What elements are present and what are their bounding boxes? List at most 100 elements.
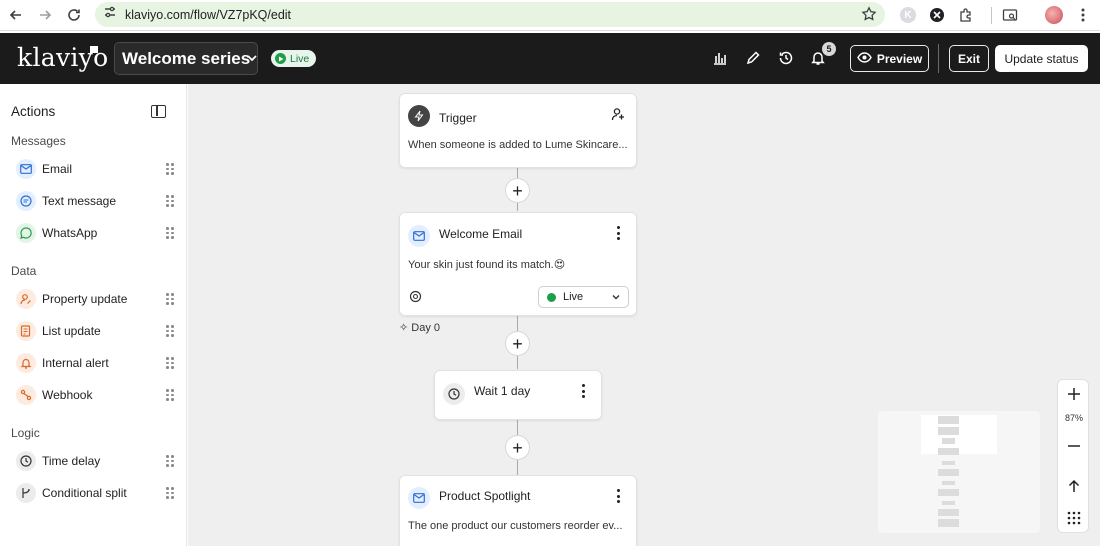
reload-icon[interactable]	[63, 4, 85, 26]
notification-count: 5	[822, 42, 836, 56]
clock-icon	[443, 383, 465, 405]
sidebar-item-webhook[interactable]: Webhook	[16, 384, 174, 406]
analytics-icon[interactable]	[710, 48, 730, 68]
add-step-button[interactable]: +	[505, 435, 530, 460]
clock-icon	[16, 451, 36, 471]
drag-handle-icon[interactable]	[166, 487, 174, 499]
tab-search-icon[interactable]	[1000, 5, 1020, 25]
drag-handle-icon[interactable]	[166, 227, 174, 239]
sidebar-item-label: Text message	[42, 194, 117, 208]
section-messages: Messages	[11, 134, 66, 148]
drag-handle-icon[interactable]	[166, 389, 174, 401]
mail-icon	[408, 487, 430, 509]
flow-canvas[interactable]: Trigger When someone is added to Lume Sk…	[188, 84, 1100, 546]
header-divider	[938, 44, 939, 73]
add-step-button[interactable]: +	[505, 178, 530, 203]
minimap-viewport[interactable]	[921, 415, 997, 454]
webhook-icon	[16, 385, 36, 405]
exit-button[interactable]: Exit	[949, 45, 989, 72]
smart-sending-icon[interactable]	[409, 290, 422, 308]
profile-k-icon[interactable]: K	[898, 5, 918, 25]
section-data: Data	[11, 264, 37, 278]
more-options-icon[interactable]	[616, 226, 620, 240]
zoom-level: 87%	[1064, 413, 1083, 423]
welcome-email-card[interactable]: Welcome Email Your skin just found its m…	[399, 212, 637, 316]
sidebar-item-whatsapp[interactable]: WhatsApp	[16, 222, 174, 244]
zoom-out-icon[interactable]	[1058, 434, 1090, 458]
list-icon	[16, 321, 36, 341]
edit-pencil-icon[interactable]	[743, 48, 763, 68]
browser-toolbar: klaviyo.com/flow/VZ7pKQ/edit K	[0, 0, 1100, 31]
preview-button[interactable]: Preview	[850, 45, 929, 72]
drag-handle-icon[interactable]	[166, 455, 174, 467]
trigger-title: Trigger	[439, 111, 477, 125]
whatsapp-icon	[16, 223, 36, 243]
play-icon	[275, 53, 286, 64]
site-settings-icon[interactable]	[103, 5, 117, 24]
sidebar-item-label: Webhook	[42, 388, 93, 402]
drag-handle-icon[interactable]	[166, 163, 174, 175]
add-person-icon[interactable]	[611, 107, 625, 126]
lightning-icon	[408, 105, 430, 127]
sidebar-item-list-update[interactable]: List update	[16, 320, 174, 342]
logo-flag-icon	[90, 46, 98, 53]
history-icon[interactable]	[776, 48, 796, 68]
chevron-down-icon[interactable]	[244, 50, 260, 66]
split-icon	[16, 483, 36, 503]
trigger-card[interactable]: Trigger When someone is added to Lume Sk…	[399, 93, 637, 168]
sidebar-collapse-icon[interactable]	[151, 105, 166, 118]
forward-icon[interactable]	[34, 4, 56, 26]
mail-icon	[16, 159, 36, 179]
preview-label: Preview	[876, 51, 923, 66]
sidebar-title: Actions	[11, 104, 56, 119]
eye-icon	[857, 51, 872, 66]
bell-icon	[16, 353, 36, 373]
arrow-up-icon[interactable]	[1058, 474, 1090, 498]
sidebar-item-property-update[interactable]: Property update	[16, 288, 174, 310]
sidebar-item-conditional-split[interactable]: Conditional split	[16, 482, 174, 504]
sidebar-item-email[interactable]: Email	[16, 158, 174, 180]
update-status-button[interactable]: Update status	[995, 45, 1088, 72]
sms-icon	[16, 191, 36, 211]
sidebar-item-internal-alert[interactable]: Internal alert	[16, 352, 174, 374]
product-spotlight-title: Product Spotlight	[439, 489, 531, 503]
extension-icon[interactable]	[927, 5, 947, 25]
sidebar-item-label: WhatsApp	[42, 226, 98, 240]
section-logic: Logic	[11, 426, 40, 440]
trigger-description: When someone is added to Lume Skincare..…	[408, 139, 628, 151]
bookmark-star-icon[interactable]	[861, 6, 877, 22]
actions-sidebar: Actions Messages Email Text message What…	[0, 84, 187, 546]
more-options-icon[interactable]	[616, 489, 620, 503]
sidebar-item-label: Property update	[42, 292, 128, 306]
menu-kebab-icon[interactable]	[1073, 5, 1093, 25]
add-step-button[interactable]: +	[505, 331, 530, 356]
drag-handle-icon[interactable]	[166, 325, 174, 337]
grid-dots-icon[interactable]	[1058, 506, 1090, 530]
profile-avatar[interactable]	[1044, 5, 1064, 25]
drag-handle-icon[interactable]	[166, 293, 174, 305]
sidebar-item-label: Email	[42, 162, 73, 176]
message-status-select[interactable]: Live	[538, 286, 629, 308]
url-text: klaviyo.com/flow/VZ7pKQ/edit	[125, 7, 292, 22]
wait-card[interactable]: Wait 1 day	[434, 370, 602, 420]
status-badge: Live	[271, 50, 317, 67]
sidebar-item-time-delay[interactable]: Time delay	[16, 450, 174, 472]
sidebar-item-label: List update	[42, 324, 101, 338]
product-spotlight-card[interactable]: Product Spotlight The one product our cu…	[399, 475, 637, 546]
product-spotlight-subject: The one product our customers reorder ev…	[408, 520, 623, 532]
puzzle-icon[interactable]	[956, 5, 976, 25]
status-badge-label: Live	[290, 52, 310, 65]
drag-handle-icon[interactable]	[166, 357, 174, 369]
flow-name[interactable]: Welcome series	[114, 42, 259, 75]
flow-minimap[interactable]	[878, 411, 1040, 533]
day-label-text: Day 0	[411, 322, 441, 334]
more-options-icon[interactable]	[581, 384, 585, 398]
chevron-down-icon	[611, 292, 621, 305]
welcome-email-title: Welcome Email	[439, 227, 523, 241]
sidebar-item-label: Conditional split	[42, 486, 127, 500]
zoom-in-icon[interactable]	[1058, 382, 1090, 406]
drag-handle-icon[interactable]	[166, 195, 174, 207]
sidebar-item-text-message[interactable]: Text message	[16, 190, 174, 212]
back-icon[interactable]	[5, 4, 27, 26]
address-bar[interactable]: klaviyo.com/flow/VZ7pKQ/edit	[95, 2, 885, 27]
